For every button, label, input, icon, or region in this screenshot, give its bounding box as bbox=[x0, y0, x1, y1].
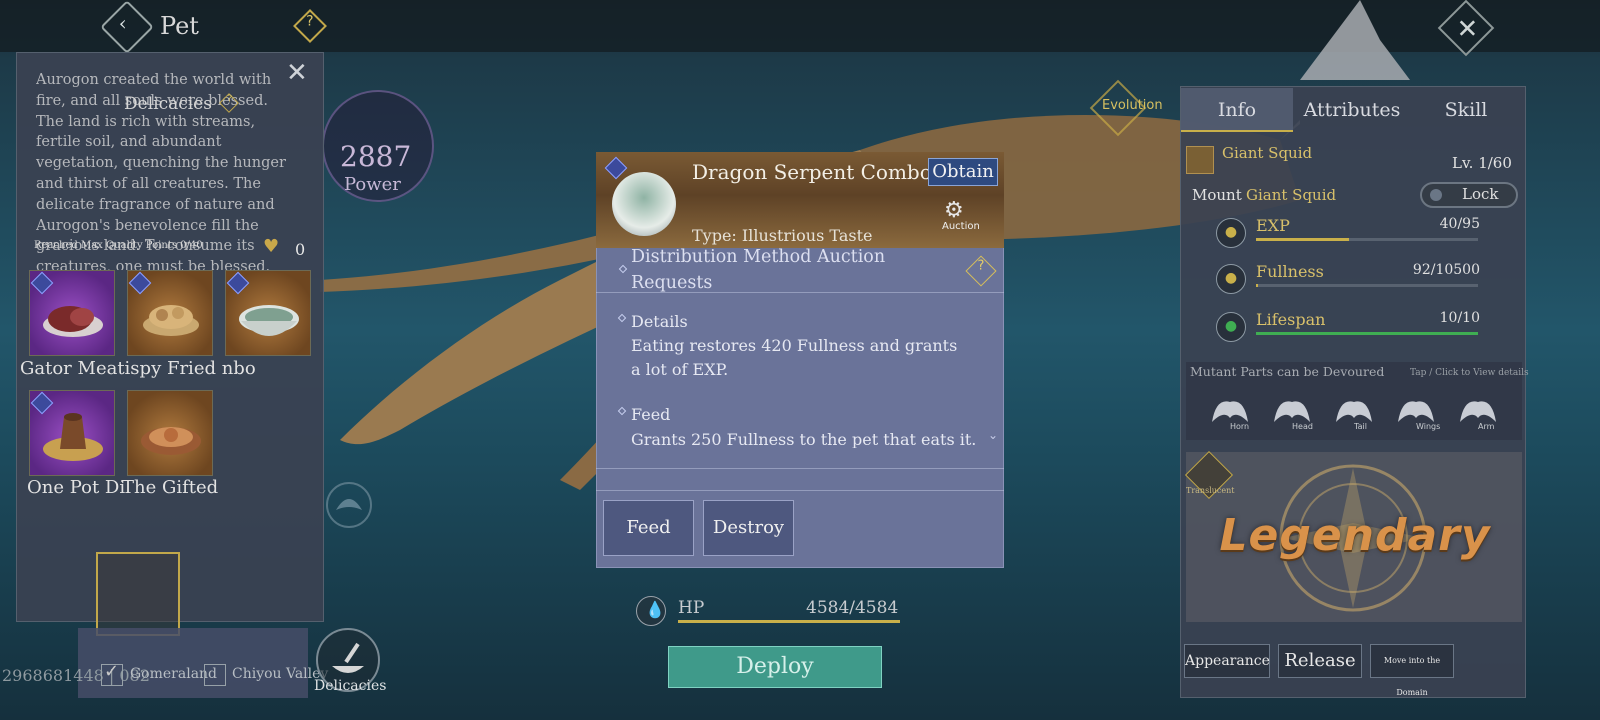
translucent-label: Translucent bbox=[1186, 486, 1235, 495]
quality-points-text: Reached Max Quality Points 0/40 bbox=[34, 240, 203, 251]
dish-icon bbox=[141, 427, 201, 455]
food-item-one-pot[interactable] bbox=[29, 390, 115, 476]
stat-bar bbox=[1256, 284, 1478, 287]
lock-toggle[interactable]: Lock bbox=[1420, 182, 1518, 208]
mutant-part-label: Arm bbox=[1478, 422, 1495, 431]
player-uid: 2968681448 | 082 bbox=[2, 666, 150, 685]
check-icon: ✓ bbox=[104, 661, 120, 682]
deploy-button[interactable]: Deploy bbox=[668, 646, 882, 688]
toggle-knob bbox=[1430, 189, 1442, 201]
close-icon: ✕ bbox=[1456, 14, 1479, 45]
scroll-down-icon[interactable]: ⌄ bbox=[988, 428, 998, 442]
mutant-part-label: Tail bbox=[1354, 422, 1367, 431]
destroy-button[interactable]: Destroy bbox=[703, 500, 794, 556]
divider bbox=[596, 490, 1004, 491]
selected-slot bbox=[96, 552, 180, 636]
stat-name: Fullness bbox=[1256, 262, 1324, 281]
stat-value: 92/10500 bbox=[1412, 262, 1480, 278]
delicacies-button-label: Delicacies bbox=[314, 678, 387, 694]
divider bbox=[596, 292, 1004, 293]
chevron-left-icon: ‹ bbox=[118, 10, 127, 35]
feed-button[interactable]: Feed bbox=[603, 500, 694, 556]
bowl-icon bbox=[239, 305, 299, 336]
mutant-part-label: Horn bbox=[1230, 422, 1250, 431]
question-icon: ? bbox=[977, 258, 985, 274]
rarity-label: Legendary bbox=[1219, 510, 1491, 561]
lock-label: Lock bbox=[1462, 185, 1499, 203]
pet-emblem-icon bbox=[326, 482, 372, 528]
food-item-crispy-fried[interactable] bbox=[127, 270, 213, 356]
question-icon: ? bbox=[306, 13, 314, 30]
details-body: Eating restores 420 Fullness and grants … bbox=[631, 336, 958, 379]
pot-icon bbox=[43, 413, 103, 461]
squid-fin bbox=[1300, 0, 1410, 80]
tab-info[interactable]: Info bbox=[1181, 88, 1293, 132]
dish-icon bbox=[612, 172, 676, 236]
tab-skill[interactable]: Skill bbox=[1410, 88, 1522, 132]
stat-bar bbox=[1256, 332, 1478, 335]
appearance-button[interactable]: Appearance bbox=[1184, 644, 1270, 678]
region-checkbox-chiyou-valley[interactable] bbox=[204, 664, 226, 686]
pet-name: Giant Squid bbox=[1222, 144, 1313, 162]
close-icon[interactable]: ✕ bbox=[286, 58, 308, 88]
hp-icon: 💧 bbox=[636, 596, 666, 626]
heart-icon: ● bbox=[1216, 312, 1246, 342]
obtain-button[interactable]: Obtain bbox=[928, 158, 998, 186]
food-label-the-gifted: The Gifted bbox=[122, 477, 219, 498]
evolution-label: Evolution bbox=[1102, 98, 1163, 113]
hp-label: HP bbox=[678, 598, 705, 618]
page-title: Pet bbox=[160, 12, 199, 40]
auction-label: Auction bbox=[942, 221, 980, 232]
rarity-badge-icon bbox=[128, 271, 152, 295]
food-item-the-gifted[interactable] bbox=[127, 390, 213, 476]
question-icon: ? bbox=[227, 93, 233, 105]
food-label-row: Gator Meatispy Fried nbo bbox=[20, 358, 256, 379]
stat-name: EXP bbox=[1256, 216, 1290, 235]
food-label-one-pot: One Pot Di bbox=[27, 477, 126, 498]
region-checkbox-gomeraland[interactable]: ✓ bbox=[101, 661, 123, 686]
mount-label: Mount bbox=[1192, 186, 1242, 204]
heart-icon: ♥ bbox=[263, 236, 280, 257]
distribution-method: Distribution Method Auction Requests bbox=[631, 247, 886, 293]
hp-value: 4584/4584 bbox=[806, 598, 899, 618]
item-title: Dragon Serpent Combo bbox=[692, 160, 932, 184]
power-label: Power bbox=[344, 174, 401, 195]
rarity-badge-icon bbox=[226, 271, 250, 295]
release-button[interactable]: Release bbox=[1278, 644, 1362, 678]
meat-icon bbox=[43, 306, 103, 337]
fried-food-icon bbox=[143, 305, 199, 336]
stat-value: 40/95 bbox=[1439, 216, 1480, 232]
mount-name: Giant Squid bbox=[1246, 186, 1337, 204]
stat-bar-fill bbox=[1256, 332, 1478, 335]
delicacies-title: Delicacies bbox=[124, 94, 212, 114]
swirl-icon: ● bbox=[1216, 218, 1246, 248]
stat-name: Lifespan bbox=[1256, 310, 1326, 329]
mutant-parts-title: Mutant Parts can be Devoured bbox=[1190, 364, 1385, 379]
power-value: 2887 bbox=[340, 140, 412, 173]
rarity-badge-icon bbox=[30, 271, 54, 295]
hp-bar bbox=[678, 620, 900, 623]
divider bbox=[596, 468, 1004, 469]
stat-bar-fill bbox=[1256, 284, 1259, 287]
stat-bar-fill bbox=[1256, 238, 1350, 241]
move-into-domain-button[interactable]: Move into the Domain bbox=[1370, 644, 1454, 697]
quality-count: 0 bbox=[295, 240, 306, 259]
mutant-part-label: Wings bbox=[1416, 422, 1441, 431]
food-item-gator-meat[interactable] bbox=[29, 270, 115, 356]
item-type: Type: Illustrious Taste bbox=[692, 226, 873, 245]
active-tab-indicator bbox=[1181, 130, 1293, 132]
mutant-part-label: Head bbox=[1292, 422, 1313, 431]
details-heading: Details bbox=[631, 312, 688, 331]
feed-body: Grants 250 Fullness to the pet that eats… bbox=[631, 430, 977, 448]
mutant-parts-hint: Tap / Click to View details bbox=[1410, 368, 1529, 378]
pet-level: Lv. 1/60 bbox=[1452, 154, 1512, 172]
tab-attributes[interactable]: Attributes bbox=[1296, 88, 1408, 132]
feed-heading: Feed bbox=[631, 405, 671, 424]
auction-icon[interactable]: ⚙ bbox=[944, 198, 964, 223]
stat-bar bbox=[1256, 238, 1478, 241]
stomach-icon: ● bbox=[1216, 264, 1246, 294]
pet-avatar bbox=[1186, 146, 1214, 174]
food-item-combo[interactable] bbox=[225, 270, 311, 356]
stat-value: 10/10 bbox=[1439, 310, 1480, 326]
